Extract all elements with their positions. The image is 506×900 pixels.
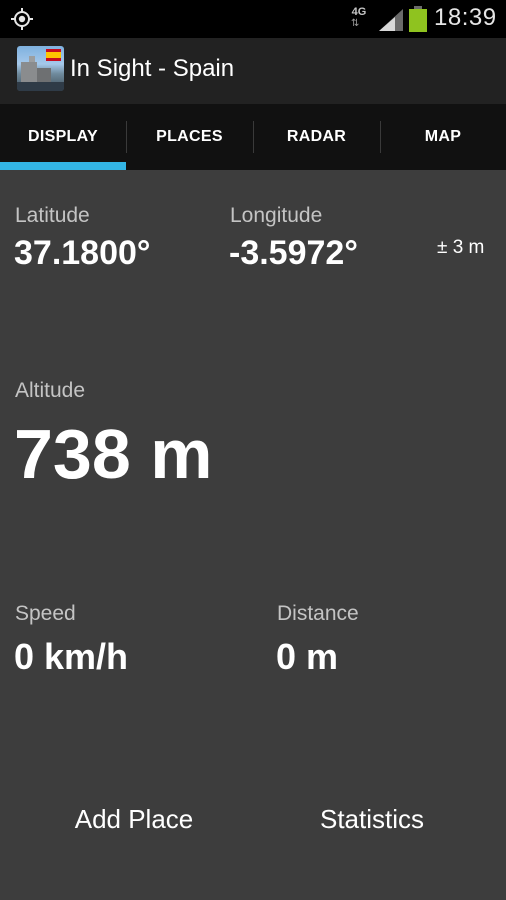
- longitude-label: Longitude: [230, 204, 323, 227]
- signal-icon: [379, 9, 403, 31]
- distance-value: 0 m: [276, 636, 339, 677]
- add-place-button[interactable]: Add Place: [10, 792, 258, 846]
- network-type-label: 4G: [351, 6, 367, 18]
- tab-map[interactable]: MAP: [380, 104, 506, 170]
- tab-places[interactable]: PLACES: [126, 104, 253, 170]
- spain-flag-icon: [46, 49, 61, 61]
- clock: 18:39: [434, 4, 497, 31]
- app-icon[interactable]: [17, 46, 64, 91]
- tab-radar[interactable]: RADAR: [253, 104, 380, 170]
- latitude-label: Latitude: [15, 204, 90, 227]
- distance-label: Distance: [277, 602, 359, 625]
- speed-label: Speed: [15, 602, 76, 625]
- action-bar: In Sight - Spain: [0, 38, 506, 104]
- battery-icon: [409, 6, 427, 32]
- status-bar: 4G ⇅ 18:39: [0, 0, 506, 38]
- network-activity-icon: ⇅: [351, 18, 360, 29]
- tab-display[interactable]: DISPLAY: [0, 104, 126, 170]
- speed-value: 0 km/h: [14, 636, 129, 677]
- tab-bar: DISPLAY PLACES RADAR MAP: [0, 104, 506, 170]
- altitude-label: Altitude: [15, 379, 86, 402]
- selected-tab-indicator: [0, 162, 126, 170]
- altitude-value: 738 m: [14, 415, 213, 493]
- statistics-button[interactable]: Statistics: [248, 792, 496, 846]
- accuracy-value: ± 3 m: [437, 237, 485, 258]
- longitude-value: -3.5972°: [229, 234, 358, 272]
- gps-icon: [11, 8, 33, 30]
- app-title: In Sight - Spain: [70, 55, 235, 82]
- latitude-value: 37.1800°: [14, 234, 151, 272]
